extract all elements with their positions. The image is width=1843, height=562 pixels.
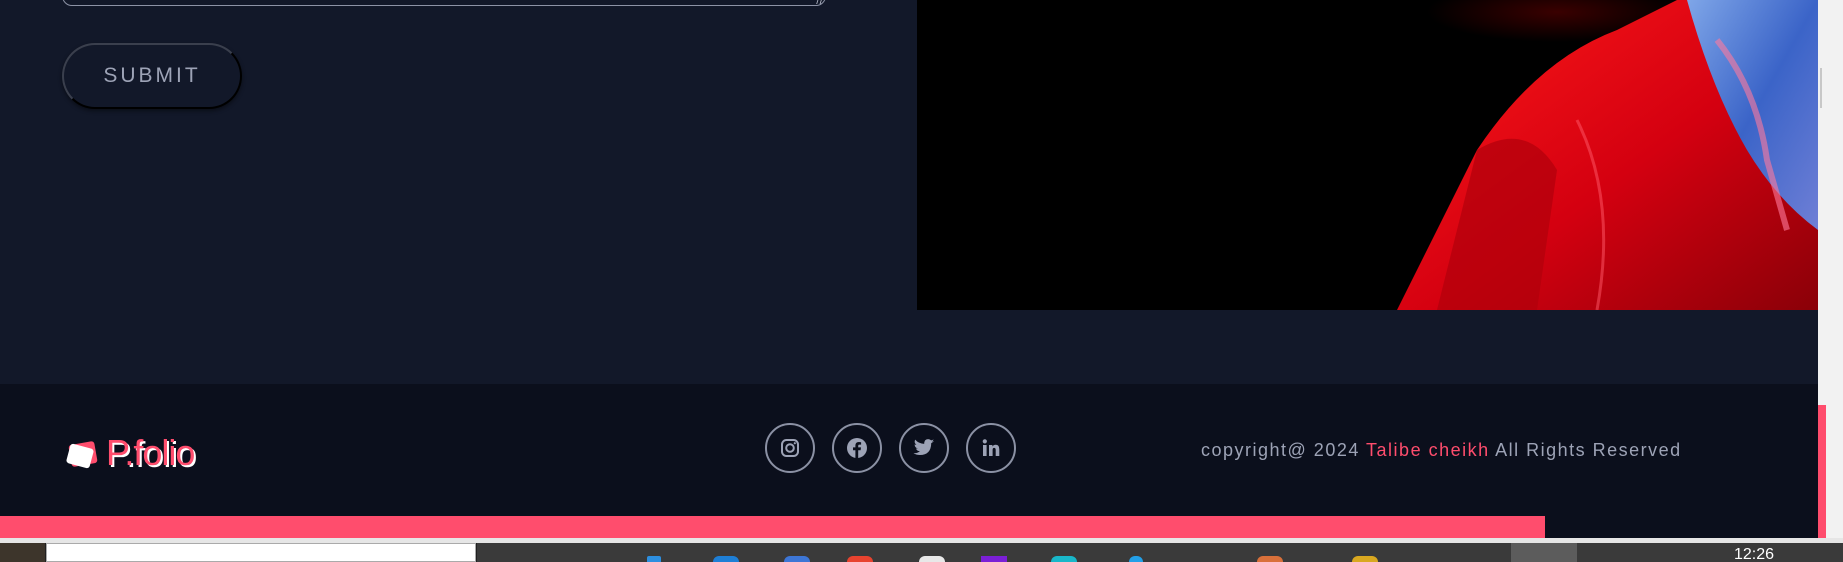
active-app-highlight	[1511, 543, 1577, 562]
contact-photo	[917, 0, 1818, 310]
start-button[interactable]	[0, 543, 45, 562]
facebook-link[interactable]	[832, 423, 882, 473]
brand-logo[interactable]: P.folio	[66, 432, 195, 474]
store-icon[interactable]	[784, 556, 810, 562]
twitter-icon	[913, 439, 935, 456]
copyright-prefix: copyright@ 2024	[1201, 440, 1360, 460]
scroll-progress-bar	[0, 516, 1818, 538]
site-footer: P.folio copyright@ 2024 Talibe cheikh Al…	[0, 384, 1818, 538]
taskbar-app-dock	[477, 543, 1843, 562]
facebook-icon	[847, 438, 867, 458]
linkedin-icon	[982, 439, 1000, 456]
linkedin-link[interactable]	[966, 423, 1016, 473]
logo-mark-icon	[66, 437, 102, 469]
logo-text: P.folio	[106, 432, 195, 473]
social-links	[765, 423, 1016, 473]
twitter-link[interactable]	[899, 423, 949, 473]
resize-grip-icon[interactable]: //	[813, 0, 823, 6]
instagram-link[interactable]	[765, 423, 815, 473]
edge-icon[interactable]	[713, 556, 739, 562]
message-textarea[interactable]: //	[62, 0, 826, 6]
copyright-suffix: All Rights Reserved	[1495, 440, 1682, 460]
file-explorer-icon[interactable]	[647, 556, 661, 562]
vscode-icon[interactable]	[1129, 556, 1143, 562]
os-taskbar: 12:26	[0, 543, 1843, 562]
app-purple-icon[interactable]	[981, 556, 1007, 562]
taskbar-clock[interactable]: 12:26	[1734, 547, 1774, 562]
taskbar-search-input[interactable]	[46, 543, 476, 562]
scroll-progress-fill	[0, 516, 1546, 538]
app-teal-icon[interactable]	[1051, 556, 1077, 562]
author-name-link[interactable]: Talibe cheikh	[1366, 440, 1490, 460]
submit-button[interactable]: SUBMIT	[62, 43, 242, 109]
instagram-icon	[781, 439, 799, 457]
app-orange-icon[interactable]	[1257, 556, 1283, 562]
app-red-icon[interactable]	[847, 556, 873, 562]
app-yellow-icon[interactable]	[1352, 556, 1378, 562]
chrome-icon[interactable]	[919, 556, 945, 562]
scrollbar-thumb[interactable]	[1820, 68, 1822, 108]
back-to-top-accent[interactable]	[1818, 405, 1826, 538]
copyright-text: copyright@ 2024 Talibe cheikh All Rights…	[1201, 440, 1682, 461]
portfolio-page: // SUBMIT P.folio copyright@ 2024 Talibe…	[0, 0, 1843, 562]
